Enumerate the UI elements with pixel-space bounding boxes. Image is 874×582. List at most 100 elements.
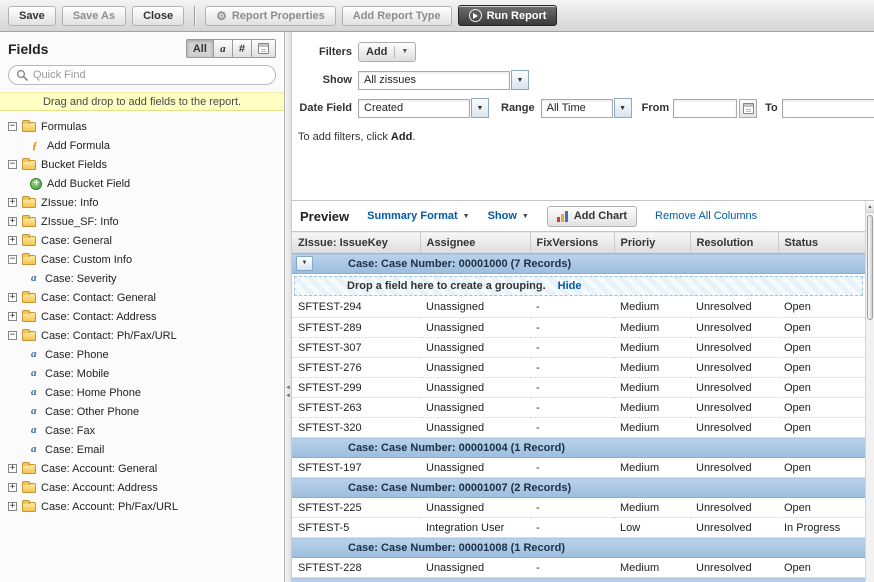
- table-row[interactable]: SFTEST-307Unassigned-MediumUnresolvedOpe…: [292, 338, 865, 358]
- collapse-icon[interactable]: −: [8, 122, 17, 131]
- save-button[interactable]: Save: [8, 6, 56, 26]
- tree-item[interactable]: +ZIssue_SF: Info: [0, 212, 284, 231]
- tree-item[interactable]: Case: Email: [0, 440, 284, 459]
- table-row[interactable]: SFTEST-197Unassigned-MediumUnresolvedOpe…: [292, 458, 865, 478]
- quick-find-input[interactable]: [8, 65, 276, 85]
- filter-text-button[interactable]: a: [213, 39, 233, 58]
- show-menu[interactable]: Show ▼: [488, 210, 529, 222]
- from-calendar-button[interactable]: [739, 99, 757, 118]
- column-header[interactable]: Status: [778, 232, 865, 254]
- preview-table: ZIssue: IssueKeyAssigneeFixVersionsPrior…: [292, 231, 865, 582]
- tree-item[interactable]: +Case: Account: Address: [0, 478, 284, 497]
- tree-item[interactable]: −Case: Custom Info: [0, 250, 284, 269]
- table-row[interactable]: SFTEST-294Unassigned-MediumUnresolvedOpe…: [292, 298, 865, 318]
- table-row[interactable]: SFTEST-299Unassigned-MediumUnresolvedOpe…: [292, 378, 865, 398]
- expand-icon[interactable]: +: [8, 198, 17, 207]
- column-header[interactable]: ZIssue: IssueKey: [292, 232, 420, 254]
- tree-item[interactable]: −Formulas: [0, 117, 284, 136]
- range-select-button[interactable]: ▼: [614, 98, 632, 118]
- report-properties-button[interactable]: ⚙ Report Properties: [205, 6, 336, 26]
- scroll-up-button[interactable]: ▲: [866, 201, 874, 213]
- expand-icon[interactable]: +: [8, 483, 17, 492]
- add-filter-button[interactable]: Add ▼: [358, 42, 416, 62]
- group-collapse-button[interactable]: ▼: [296, 256, 313, 271]
- table-row[interactable]: SFTEST-263Unassigned-MediumUnresolvedOpe…: [292, 398, 865, 418]
- group-header-label: Case: Case Number: 00001008 (1 Record): [348, 542, 565, 554]
- filter-date-button[interactable]: [251, 39, 276, 58]
- column-header[interactable]: Assignee: [420, 232, 530, 254]
- tree-item[interactable]: Case: Severity: [0, 269, 284, 288]
- date-field-select[interactable]: Created: [358, 99, 470, 118]
- table-cell: Medium: [614, 498, 690, 518]
- hide-link[interactable]: Hide: [558, 280, 582, 292]
- tree-item[interactable]: −Case: Contact: Ph/Fax/URL: [0, 326, 284, 345]
- range-select[interactable]: All Time: [541, 99, 613, 118]
- tree-item[interactable]: Add Bucket Field: [0, 174, 284, 193]
- collapse-icon[interactable]: −: [8, 255, 17, 264]
- tree-item[interactable]: Case: Fax: [0, 421, 284, 440]
- table-cell: Open: [778, 458, 865, 478]
- tree-item-label: ZIssue: Info: [41, 197, 98, 209]
- table-row[interactable]: SFTEST-320Unassigned-MediumUnresolvedOpe…: [292, 418, 865, 438]
- expand-icon[interactable]: +: [8, 293, 17, 302]
- expand-icon[interactable]: +: [8, 464, 17, 473]
- panel-splitter[interactable]: ◄ ◄: [284, 32, 292, 582]
- expand-icon[interactable]: +: [8, 236, 17, 245]
- tree-item[interactable]: Add Formula: [0, 136, 284, 155]
- tree-item[interactable]: Case: Home Phone: [0, 383, 284, 402]
- tree-item[interactable]: +Case: Contact: General: [0, 288, 284, 307]
- collapse-icon[interactable]: −: [8, 331, 17, 340]
- drop-zone-text: Drop a field here to create a grouping.: [347, 280, 546, 292]
- add-report-type-label: Add Report Type: [353, 10, 441, 22]
- show-combo: All zissues ▼: [358, 70, 529, 90]
- tree-item[interactable]: +Case: Contact: Address: [0, 307, 284, 326]
- collapse-handle[interactable]: ◄ ◄: [285, 384, 291, 400]
- table-cell: Unassigned: [420, 398, 530, 418]
- collapse-icon[interactable]: −: [8, 160, 17, 169]
- from-date-input[interactable]: [673, 99, 737, 118]
- table-row[interactable]: SFTEST-5Integration User-LowUnresolvedIn…: [292, 518, 865, 538]
- show-select[interactable]: All zissues: [358, 71, 510, 90]
- add-chart-button[interactable]: Add Chart: [547, 206, 637, 227]
- filter-all-button[interactable]: All: [186, 39, 214, 58]
- remove-all-columns-link[interactable]: Remove All Columns: [655, 210, 757, 222]
- expand-icon[interactable]: +: [8, 502, 17, 511]
- date-field-select-button[interactable]: ▼: [471, 98, 489, 118]
- expand-icon[interactable]: +: [8, 217, 17, 226]
- tree-item[interactable]: + ZIssue: Info: [0, 193, 284, 212]
- drop-zone[interactable]: Drop a field here to create a grouping. H…: [294, 276, 863, 296]
- save-as-button[interactable]: Save As: [62, 6, 126, 26]
- folder-icon: [22, 293, 36, 303]
- scroll-thumb[interactable]: [867, 215, 873, 320]
- table-cell: Medium: [614, 378, 690, 398]
- column-header[interactable]: Resolution: [690, 232, 778, 254]
- filters-row: Filters Add ▼: [292, 42, 874, 62]
- to-date-input[interactable]: [782, 99, 874, 118]
- preview-scrollbar[interactable]: ▲: [865, 201, 874, 582]
- filter-number-button[interactable]: #: [232, 39, 252, 58]
- close-button[interactable]: Close: [132, 6, 184, 26]
- tree-item[interactable]: Case: Phone: [0, 345, 284, 364]
- tree-item[interactable]: +Case: Account: Ph/Fax/URL: [0, 497, 284, 516]
- expand-icon[interactable]: +: [8, 312, 17, 321]
- calendar-icon: [258, 43, 269, 54]
- tree-item[interactable]: +Case: Account: General: [0, 459, 284, 478]
- show-select-button[interactable]: ▼: [511, 70, 529, 90]
- table-row[interactable]: SFTEST-225Unassigned-MediumUnresolvedOpe…: [292, 498, 865, 518]
- summary-format-menu[interactable]: Summary Format ▼: [367, 210, 469, 222]
- table-row[interactable]: SFTEST-289Unassigned-MediumUnresolvedOpe…: [292, 318, 865, 338]
- table-cell: -: [530, 518, 614, 538]
- table-cell: SFTEST-320: [292, 418, 420, 438]
- tree-item[interactable]: Case: Mobile: [0, 364, 284, 383]
- run-report-button[interactable]: Run Report: [458, 5, 558, 26]
- table-row[interactable]: SFTEST-228Unassigned-MediumUnresolvedOpe…: [292, 558, 865, 578]
- drop-zone-row: Drop a field here to create a grouping. H…: [292, 274, 865, 298]
- tree-item[interactable]: +Case: General: [0, 231, 284, 250]
- column-header[interactable]: FixVersions: [530, 232, 614, 254]
- table-row[interactable]: SFTEST-276Unassigned-MediumUnresolvedOpe…: [292, 358, 865, 378]
- add-report-type-button[interactable]: Add Report Type: [342, 6, 452, 26]
- tree-item-label: Case: Mobile: [45, 368, 109, 380]
- column-header[interactable]: Prioriy: [614, 232, 690, 254]
- tree-item[interactable]: −Bucket Fields: [0, 155, 284, 174]
- tree-item[interactable]: Case: Other Phone: [0, 402, 284, 421]
